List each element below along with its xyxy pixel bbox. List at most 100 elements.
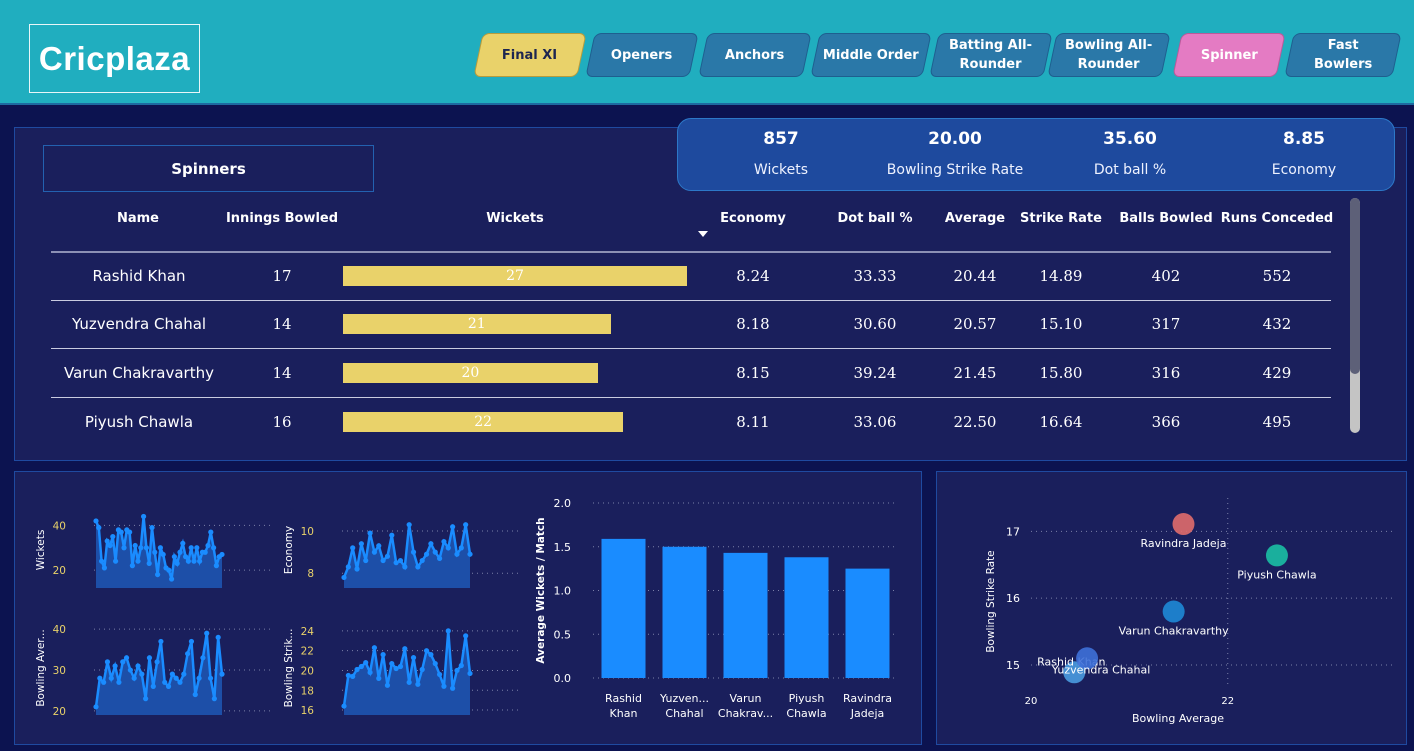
y-tick-label: 24 bbox=[301, 626, 315, 638]
series-point bbox=[93, 704, 99, 710]
series-point bbox=[154, 659, 160, 665]
column-header-strike-rate[interactable]: Strike Rate bbox=[1011, 211, 1111, 226]
series-point bbox=[441, 683, 447, 689]
column-header-balls-bowled[interactable]: Balls Bowled bbox=[1110, 211, 1222, 226]
series-point bbox=[138, 545, 144, 551]
column-header-wickets[interactable]: Wickets bbox=[455, 211, 575, 226]
tab-label: Final XI bbox=[502, 47, 558, 63]
series-point bbox=[350, 673, 356, 680]
series-point bbox=[458, 545, 464, 551]
series-point bbox=[97, 675, 103, 681]
x-tick-label: 22 bbox=[1221, 696, 1234, 707]
cell-average: 20.44 bbox=[953, 267, 997, 285]
series-point bbox=[150, 683, 156, 689]
series-point bbox=[211, 696, 217, 702]
series-point bbox=[219, 551, 225, 558]
series-point bbox=[363, 557, 369, 564]
tab-label: Fast Bowlers bbox=[1313, 38, 1373, 72]
cell-runs: 552 bbox=[1262, 267, 1292, 285]
tab-openers[interactable]: Openers bbox=[585, 33, 699, 77]
series-point bbox=[181, 671, 187, 677]
series-point bbox=[410, 655, 417, 661]
kpi-label: Wickets bbox=[753, 162, 809, 178]
tab-label: Batting All- Rounder bbox=[949, 38, 1033, 72]
tab-batting-all-rounder[interactable]: Batting All- Rounder bbox=[929, 33, 1053, 77]
cell-dot: 39.24 bbox=[853, 364, 897, 382]
series-point bbox=[127, 529, 133, 535]
tab-anchors[interactable]: Anchors bbox=[698, 33, 812, 77]
sort-descending-icon[interactable] bbox=[698, 231, 708, 237]
table-header-divider bbox=[51, 251, 1331, 253]
cell-innings: 14 bbox=[272, 315, 292, 333]
series-point bbox=[341, 574, 347, 581]
series-point bbox=[129, 563, 135, 569]
wickets-bar-label: 22 bbox=[474, 414, 493, 430]
cell-name: Rashid Khan bbox=[92, 267, 186, 285]
strike-rate-vs-average-chart: 15 16 17 20 22 Ravindra Jadeja Piyush Chawla Va… bbox=[985, 498, 1395, 725]
table-scrollbar-thumb[interactable] bbox=[1350, 198, 1360, 374]
row-divider bbox=[51, 348, 1331, 349]
wickets-trend-chart: 20 40 Wickets bbox=[35, 513, 270, 588]
tab-bowling-all-rounder[interactable]: Bowling All- Rounder bbox=[1047, 33, 1171, 77]
tab-label: Bowling All- Rounder bbox=[1065, 38, 1153, 72]
tab-middle-order[interactable]: Middle Order bbox=[810, 33, 932, 77]
x-axis-label: Bowling Average bbox=[1132, 712, 1224, 725]
tab-label: Openers bbox=[611, 47, 673, 63]
column-header-economy[interactable]: Economy bbox=[703, 211, 803, 226]
cell-balls: 402 bbox=[1151, 267, 1181, 285]
tab-fast-bowlers[interactable]: Fast Bowlers bbox=[1284, 33, 1402, 77]
bar bbox=[662, 546, 707, 678]
series-point bbox=[200, 655, 206, 661]
tab-final-xi[interactable]: Final XI bbox=[473, 33, 587, 77]
series-point bbox=[428, 652, 434, 658]
cell-economy: 8.11 bbox=[736, 413, 770, 431]
series-point bbox=[458, 662, 464, 669]
wickets-bar-label: 20 bbox=[461, 365, 480, 381]
table-scrollbar[interactable] bbox=[1350, 198, 1360, 433]
series-point bbox=[389, 532, 395, 538]
x-tick-label: Ravindra bbox=[843, 692, 892, 705]
series-point bbox=[213, 563, 219, 569]
column-header-average[interactable]: Average bbox=[925, 211, 1025, 226]
bowling-strike-rate-trend-chart: 16 18 20 22 24 Bowling Strik... bbox=[283, 626, 518, 717]
cell-economy: 8.15 bbox=[736, 364, 770, 382]
series-point bbox=[445, 628, 451, 634]
series-point bbox=[432, 660, 438, 667]
cell-economy: 8.24 bbox=[736, 267, 770, 285]
series-point bbox=[174, 560, 180, 567]
y-tick-label: 2.0 bbox=[554, 497, 572, 510]
x-tick-label: Rashid bbox=[605, 692, 642, 705]
bar bbox=[723, 552, 768, 678]
x-tick-label: Piyush bbox=[789, 692, 825, 705]
series-point bbox=[211, 545, 217, 551]
series-point bbox=[454, 667, 460, 674]
cell-name: Piyush Chawla bbox=[84, 413, 194, 431]
scatter-point bbox=[1265, 544, 1288, 567]
series-point bbox=[180, 540, 186, 546]
y-tick-label: 0.5 bbox=[554, 628, 572, 641]
column-header-innings-bowled[interactable]: Innings Bowled bbox=[222, 211, 342, 226]
column-header-name[interactable]: Name bbox=[88, 211, 188, 226]
y-tick-label: 1.5 bbox=[554, 541, 572, 554]
series-point bbox=[160, 551, 166, 558]
series-point bbox=[104, 659, 111, 665]
series-point bbox=[406, 679, 412, 685]
column-header-dot-ball[interactable]: Dot ball % bbox=[825, 211, 925, 226]
series-point bbox=[354, 666, 360, 673]
cell-runs: 432 bbox=[1262, 315, 1292, 333]
series-point bbox=[169, 576, 175, 582]
column-header-runs-conceded[interactable]: Runs Conceded bbox=[1220, 211, 1334, 226]
series-point bbox=[113, 558, 119, 564]
y-axis-label: Bowling Aver... bbox=[35, 629, 47, 706]
tab-spinner[interactable]: Spinner bbox=[1172, 33, 1286, 77]
cell-innings: 14 bbox=[272, 364, 292, 382]
series-point bbox=[183, 554, 189, 560]
series-point bbox=[363, 659, 369, 666]
row-divider bbox=[51, 300, 1331, 301]
series-point bbox=[432, 549, 438, 555]
series-point bbox=[450, 524, 456, 530]
series-point bbox=[131, 675, 137, 681]
economy-trend-chart: 8 10 Economy bbox=[283, 522, 518, 588]
cell-average: 22.50 bbox=[953, 413, 997, 431]
series-point bbox=[108, 675, 114, 681]
